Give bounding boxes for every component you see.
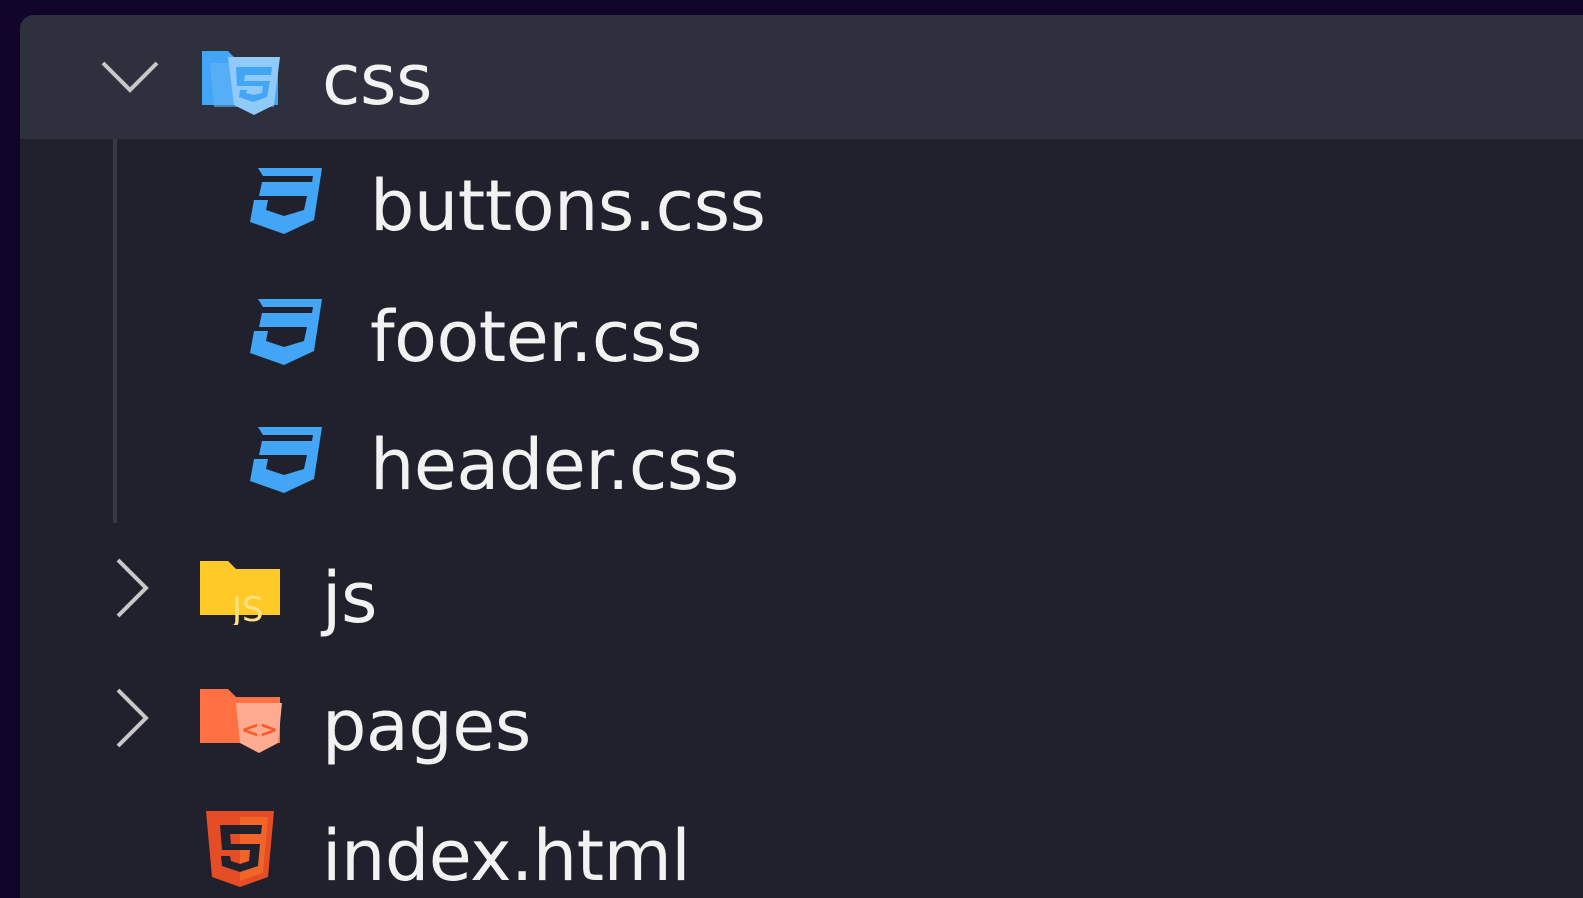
svg-text:<>: <> bbox=[241, 718, 278, 743]
tree-item-js-folder[interactable]: JS js bbox=[20, 527, 1583, 651]
css-folder-icon bbox=[202, 51, 280, 115]
tree-item-css-folder[interactable]: css bbox=[20, 15, 1583, 139]
tree-item-label: header.css bbox=[370, 424, 739, 506]
chevron-right-icon[interactable] bbox=[112, 687, 152, 749]
chevron-down-icon[interactable] bbox=[100, 57, 160, 97]
tree-item-label: buttons.css bbox=[370, 165, 766, 247]
css3-file-icon bbox=[250, 168, 322, 234]
css3-file-icon bbox=[250, 299, 322, 365]
css3-file-icon bbox=[250, 427, 322, 493]
tree-item-label: css bbox=[322, 39, 432, 121]
html5-file-icon bbox=[206, 811, 274, 887]
tree-item-file[interactable]: index.html bbox=[20, 785, 1583, 898]
tree-item-label: index.html bbox=[322, 815, 691, 897]
tree-item-file[interactable]: buttons.css bbox=[20, 139, 1583, 263]
tree-item-label: js bbox=[322, 557, 377, 639]
tree-item-file[interactable]: header.css bbox=[20, 398, 1583, 522]
file-explorer: css buttons.css footer.css header.css JS… bbox=[20, 15, 1583, 898]
pages-folder-icon: <> bbox=[200, 689, 282, 753]
tree-item-label: pages bbox=[322, 685, 531, 767]
tree-item-pages-folder[interactable]: <> pages bbox=[20, 657, 1583, 781]
tree-item-file[interactable]: footer.css bbox=[20, 270, 1583, 394]
tree-item-label: footer.css bbox=[370, 296, 702, 378]
chevron-right-icon[interactable] bbox=[112, 557, 152, 619]
js-folder-icon: JS bbox=[200, 561, 280, 625]
svg-text:JS: JS bbox=[230, 590, 264, 625]
